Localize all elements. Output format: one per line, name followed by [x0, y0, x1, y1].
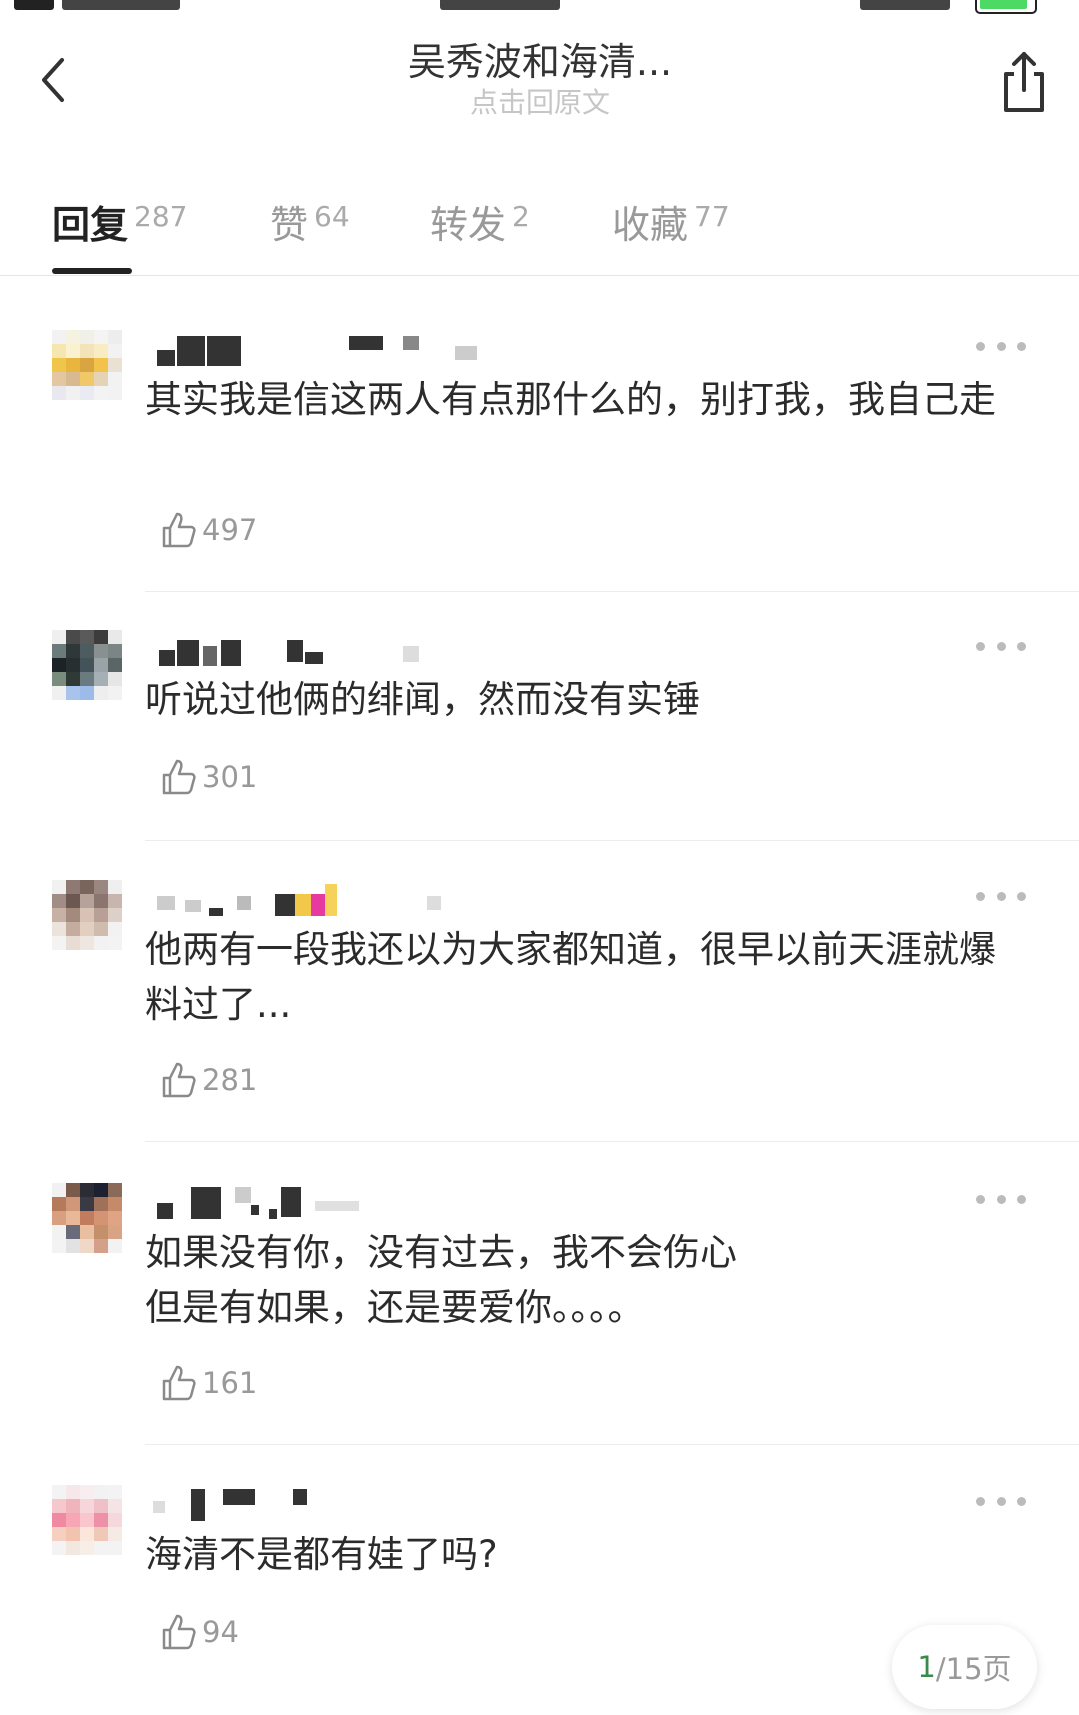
username-redacted[interactable]	[145, 630, 545, 670]
tab-label: 赞	[270, 203, 309, 247]
clock-fragment	[440, 0, 560, 10]
divider	[145, 1444, 1079, 1445]
username-redacted[interactable]	[145, 330, 545, 370]
battery-percent-fragment	[860, 0, 950, 10]
comment-text: 海清不是都有娃了吗?	[145, 1533, 498, 1576]
more-options-button[interactable]	[976, 336, 1026, 356]
tab-label: 收藏	[612, 203, 689, 247]
more-options-button[interactable]	[976, 886, 1026, 906]
like-button[interactable]: 281	[158, 1058, 257, 1102]
like-count: 94	[202, 1615, 239, 1649]
like-button[interactable]: 161	[158, 1361, 257, 1405]
back-to-original-link[interactable]: 点击回原文	[280, 86, 800, 120]
nav-bar: 吴秀波和海清... 点击回原文	[0, 14, 1079, 134]
tab-favorites[interactable]: 收藏 77	[612, 194, 730, 249]
like-count: 281	[202, 1063, 258, 1097]
active-tab-indicator	[52, 268, 132, 274]
username-redacted[interactable]	[145, 880, 545, 920]
divider	[145, 591, 1079, 592]
thumbs-up-icon	[162, 759, 196, 795]
battery-icon	[975, 0, 1037, 14]
like-count: 161	[202, 1366, 258, 1400]
share-icon	[1004, 52, 1044, 112]
like-button[interactable]: 301	[158, 755, 257, 799]
status-bar	[0, 0, 1079, 14]
thumbs-up-icon	[162, 1365, 196, 1401]
carrier-fragment	[62, 0, 180, 10]
thumbs-up-icon	[162, 1614, 196, 1650]
more-options-button[interactable]	[976, 636, 1026, 656]
thumbs-up-icon	[162, 1062, 196, 1098]
tab-label: 回复	[52, 203, 129, 247]
username-redacted[interactable]	[145, 1485, 545, 1525]
tab-bar: 回复 287 赞 64 转发 2 收藏 77	[0, 180, 1079, 276]
tab-count: 64	[314, 200, 350, 233]
chevron-left-icon	[42, 58, 64, 102]
divider	[145, 1141, 1079, 1142]
like-count: 497	[202, 513, 258, 547]
divider	[145, 840, 1079, 841]
back-button[interactable]	[32, 50, 76, 110]
comment-text: 听说过他俩的绯闻，然而没有实锤	[145, 678, 700, 721]
comment-text: 他两有一段我还以为大家都知道，很早以前天涯就爆料过了...	[145, 928, 996, 1026]
avatar[interactable]	[52, 1485, 122, 1555]
page-indicator[interactable]: 1/15页	[892, 1625, 1037, 1709]
tab-reposts[interactable]: 转发 2	[430, 194, 530, 249]
signal-icon	[14, 0, 54, 10]
thumbs-up-icon	[162, 512, 196, 548]
avatar[interactable]	[52, 630, 122, 700]
tab-label: 转发	[430, 203, 507, 247]
page-title: 吴秀波和海清...	[407, 40, 673, 84]
tab-count: 2	[512, 200, 530, 233]
tab-likes[interactable]: 赞 64	[270, 194, 350, 249]
tab-count: 287	[134, 200, 188, 233]
tab-replies[interactable]: 回复 287	[52, 194, 187, 249]
current-page: 1	[917, 1650, 936, 1684]
more-options-button[interactable]	[976, 1189, 1026, 1209]
like-button[interactable]: 497	[158, 508, 257, 552]
avatar[interactable]	[52, 880, 122, 950]
total-pages: /15页	[935, 1652, 1012, 1686]
comment-text: 如果没有你，没有过去，我不会伤心 但是有如果，还是要爱你。。。。	[145, 1231, 737, 1329]
avatar[interactable]	[52, 330, 122, 400]
username-redacted[interactable]	[145, 1183, 545, 1223]
more-options-button[interactable]	[976, 1491, 1026, 1511]
title-block[interactable]: 吴秀波和海清... 点击回原文	[280, 38, 800, 120]
like-button[interactable]: 94	[158, 1610, 239, 1654]
tab-count: 77	[694, 200, 730, 233]
avatar[interactable]	[52, 1183, 122, 1253]
like-count: 301	[202, 760, 258, 794]
share-button[interactable]	[996, 44, 1052, 118]
comment-text: 其实我是信这两人有点那什么的，别打我，我自己走	[145, 378, 996, 421]
